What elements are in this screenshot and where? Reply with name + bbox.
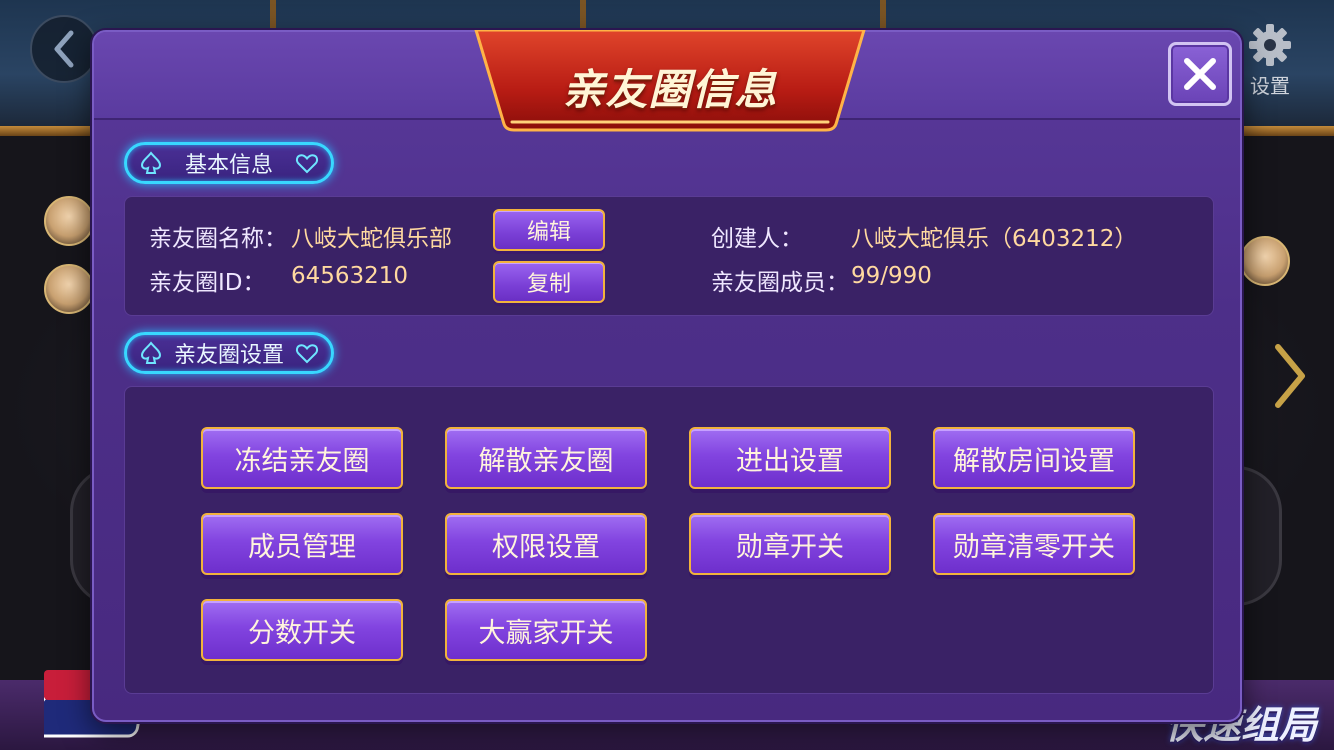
members-value: 99/990 <box>851 263 932 289</box>
creator-label: 创建人： <box>711 226 803 252</box>
entry-exit-settings-button[interactable]: 进出设置 <box>689 427 891 489</box>
club-name-value: 八岐大蛇俱乐部 <box>291 226 452 252</box>
back-button[interactable] <box>30 15 98 83</box>
spade-icon <box>140 341 162 364</box>
chevron-right-icon <box>1275 344 1305 408</box>
score-toggle-button[interactable]: 分数开关 <box>201 599 403 661</box>
close-button[interactable] <box>1168 42 1232 106</box>
settings-button[interactable]: 设置 <box>1242 22 1298 102</box>
medal-toggle-button[interactable]: 勋章开关 <box>689 513 891 575</box>
permission-settings-button[interactable]: 权限设置 <box>445 513 647 575</box>
player-avatar[interactable] <box>1240 236 1290 286</box>
medal-reset-toggle-button[interactable]: 勋章清零开关 <box>933 513 1135 575</box>
club-id-label: 亲友圈ID： <box>149 270 266 296</box>
freeze-club-button[interactable]: 冻结亲友圈 <box>201 427 403 489</box>
next-page-arrow[interactable] <box>1268 340 1312 412</box>
heart-icon <box>295 344 319 364</box>
creator-value: 八岐大蛇俱乐（6403212） <box>851 226 1138 252</box>
heart-icon <box>295 154 319 174</box>
dialog-title: 亲友圈信息 <box>562 65 778 114</box>
edit-button[interactable]: 编辑 <box>493 209 605 251</box>
player-avatar[interactable] <box>44 196 94 246</box>
section-label: 亲友圈设置 <box>173 343 284 368</box>
club-id-value: 64563210 <box>291 263 409 289</box>
basic-info-panel: 亲友圈名称： 八岐大蛇俱乐部 编辑 亲友圈ID： 64563210 复制 创建人… <box>124 196 1214 316</box>
chevron-left-icon <box>54 30 74 68</box>
copy-button[interactable]: 复制 <box>493 261 605 303</box>
gear-icon <box>1249 24 1291 66</box>
club-settings-panel: 冻结亲友圈 解散亲友圈 进出设置 解散房间设置 成员管理 权限设置 勋章开关 勋… <box>124 386 1214 694</box>
club-name-label: 亲友圈名称： <box>149 226 287 252</box>
settings-label: 设置 <box>1250 74 1290 98</box>
member-management-button[interactable]: 成员管理 <box>201 513 403 575</box>
close-icon <box>1184 58 1216 90</box>
player-avatar[interactable] <box>44 264 94 314</box>
members-label: 亲友圈成员： <box>711 270 849 296</box>
dissolve-club-button[interactable]: 解散亲友圈 <box>445 427 647 489</box>
club-info-dialog: 亲友圈信息 基本信息 亲友圈名称： 八岐大蛇俱乐部 编辑 亲友圈ID： 6456… <box>92 30 1242 722</box>
dissolve-room-settings-button[interactable]: 解散房间设置 <box>933 427 1135 489</box>
section-tag-basic-info: 基本信息 <box>124 142 334 184</box>
spade-icon <box>140 151 162 174</box>
big-winner-toggle-button[interactable]: 大赢家开关 <box>445 599 647 661</box>
section-tag-club-settings: 亲友圈设置 <box>124 332 334 374</box>
section-label: 基本信息 <box>184 153 273 178</box>
